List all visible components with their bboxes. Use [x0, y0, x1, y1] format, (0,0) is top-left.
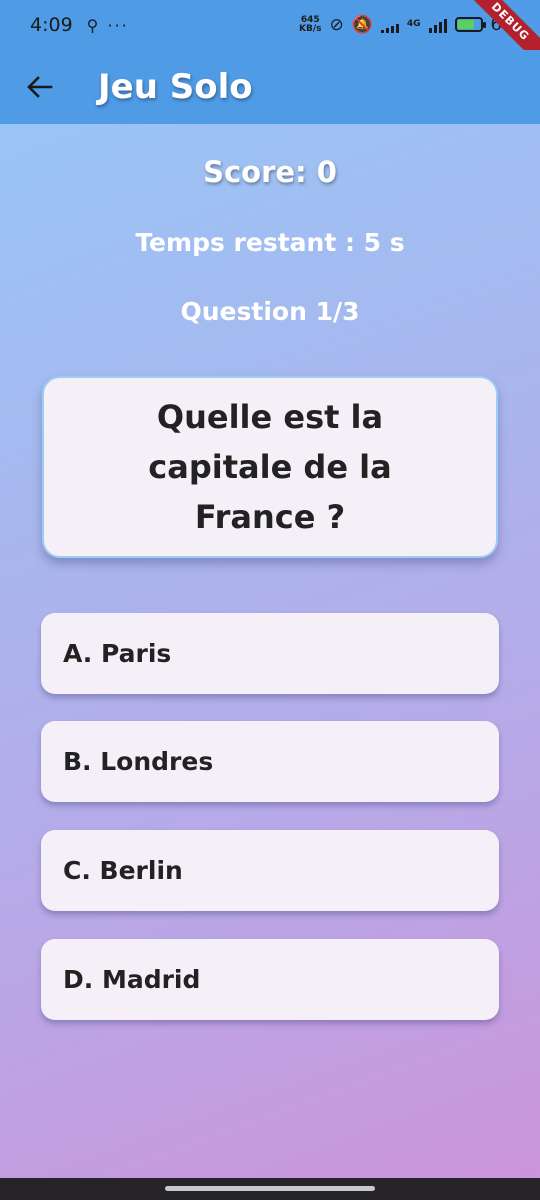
score-label: Score: 0 [203, 155, 337, 189]
answer-option-d[interactable]: D. Madrid [41, 939, 499, 1020]
signal-icon [428, 17, 447, 33]
status-time: 4:09 [30, 14, 73, 36]
signal-weak-icon [380, 17, 399, 33]
arrow-left-icon [27, 76, 53, 98]
notification-icons: ⚲ ··· [86, 15, 129, 35]
network-type: 4G [406, 19, 421, 29]
net-speed: 645 KB/s [298, 14, 322, 34]
app-bar: Jeu Solo [0, 50, 540, 124]
question-card: Quelle est la capitale de la France ? [42, 376, 498, 558]
answer-option-a[interactable]: A. Paris [41, 613, 499, 694]
system-nav-bar [0, 1178, 540, 1200]
answer-option-c[interactable]: C. Berlin [41, 830, 499, 911]
page-title: Jeu Solo [98, 67, 253, 107]
timer-label: Temps restant : 5 s [135, 228, 405, 257]
back-button[interactable] [20, 67, 60, 107]
status-right-group: 645 KB/s ⊘ 🔕 4G 6 [299, 14, 502, 35]
question-text: Quelle est la capitale de la France ? [148, 398, 392, 536]
status-bar: 4:09 ⚲ ··· 645 KB/s ⊘ 🔕 4G 6 DEBUG [0, 0, 540, 72]
link-icon: ⊘ [329, 14, 344, 35]
answer-option-b[interactable]: B. Londres [41, 721, 499, 802]
question-progress: Question 1/3 [180, 297, 360, 326]
bell-muted-icon: 🔕 [351, 14, 373, 35]
battery-icon [454, 17, 486, 32]
home-gesture-handle[interactable] [165, 1186, 375, 1191]
